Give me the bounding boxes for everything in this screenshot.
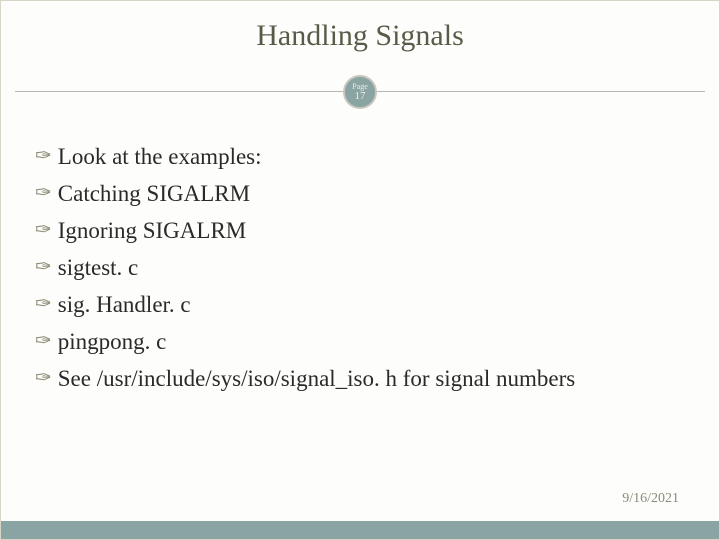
- slide-title: Handling Signals: [1, 19, 719, 53]
- list-item-text: Catching SIGALRM: [58, 178, 250, 209]
- slide: Handling Signals Page 17 ✑ Look at the e…: [0, 0, 720, 540]
- list-item: ✑ pingpong. c: [35, 326, 685, 357]
- list-item: ✑ sig. Handler. c: [35, 289, 685, 320]
- list-item-text: Ignoring SIGALRM: [58, 215, 246, 246]
- list-item: ✑ See /usr/include/sys/iso/signal_iso. h…: [35, 363, 685, 394]
- content-area: ✑ Look at the examples: ✑ Catching SIGAL…: [1, 111, 719, 394]
- list-item-text: sig. Handler. c: [58, 289, 191, 320]
- bullet-icon: ✑: [35, 180, 52, 207]
- list-item-text: sigtest. c: [58, 252, 139, 283]
- title-area: Handling Signals: [1, 1, 719, 73]
- list-item-text: See /usr/include/sys/iso/signal_iso. h f…: [58, 363, 575, 394]
- page-badge: Page 17: [343, 75, 377, 109]
- bullet-icon: ✑: [35, 254, 52, 281]
- list-item: ✑ sigtest. c: [35, 252, 685, 283]
- slide-date: 9/16/2021: [622, 491, 679, 507]
- bullet-icon: ✑: [35, 143, 52, 170]
- list-item: ✑ Ignoring SIGALRM: [35, 215, 685, 246]
- list-item-text: pingpong. c: [58, 326, 167, 357]
- page-number: 17: [355, 91, 366, 102]
- bullet-icon: ✑: [35, 328, 52, 355]
- list-item: ✑ Catching SIGALRM: [35, 178, 685, 209]
- bullet-icon: ✑: [35, 365, 52, 392]
- bottom-accent-bar: [1, 521, 719, 539]
- bullet-icon: ✑: [35, 291, 52, 318]
- divider-wrap: Page 17: [1, 73, 719, 111]
- bullet-icon: ✑: [35, 217, 52, 244]
- list-item: ✑ Look at the examples:: [35, 141, 685, 172]
- list-item-text: Look at the examples:: [58, 141, 262, 172]
